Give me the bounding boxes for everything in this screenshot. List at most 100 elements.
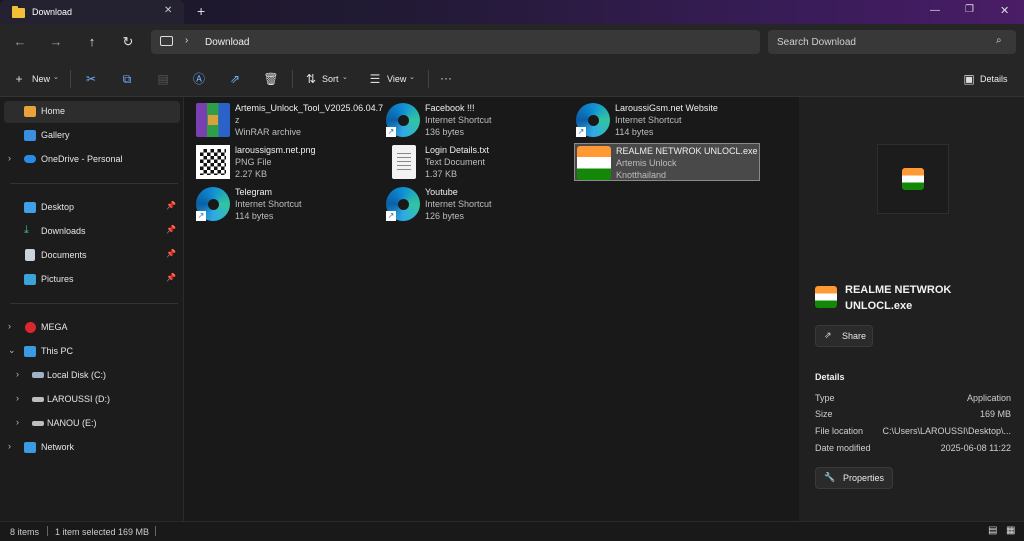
file-item[interactable]: Login Details.txt Text Document 1.37 KB (384, 143, 570, 181)
tab-close-icon[interactable]: ✕ (164, 5, 172, 16)
file-name: Telegram (235, 187, 273, 197)
chevron-right-icon[interactable]: › (8, 153, 11, 163)
new-button[interactable]: + New ⌄ (10, 70, 62, 88)
file-item[interactable]: ↗ Youtube Internet Shortcut 126 bytes (384, 185, 570, 223)
share-icon[interactable]: ⇗ (226, 70, 244, 88)
file-item[interactable]: Artemis_Unlock_Tool_V2025.06.04.7 z WinR… (194, 101, 383, 139)
file-list: Artemis_Unlock_Tool_V2025.06.04.7 z WinR… (184, 97, 798, 521)
back-button[interactable]: ← (8, 30, 32, 54)
sidebar-item-nanou-e[interactable]: › NANOU (E:) (4, 413, 180, 435)
pin-icon[interactable]: 📌 (166, 249, 176, 258)
title-bar: Download ✕ + — ❐ ✕ (0, 0, 1024, 24)
divider (10, 183, 178, 184)
breadcrumb[interactable]: Download (205, 37, 249, 48)
detail-value: Application (966, 393, 1011, 403)
sidebar-item-downloads[interactable]: ⤓ Downloads 📌 (4, 221, 180, 243)
divider (70, 70, 71, 88)
file-item[interactable]: ↗ LaroussiGsm.net Website Internet Short… (574, 101, 760, 139)
delete-icon[interactable]: 🗑 (262, 70, 280, 88)
chevron-right-icon: › (185, 35, 189, 46)
chevron-right-icon[interactable]: › (8, 321, 11, 331)
shortcut-arrow-icon: ↗ (386, 211, 396, 221)
cloud-icon (24, 155, 36, 163)
file-item-selected[interactable]: REALME NETWROK UNLOCL.exe Artemis Unlock… (574, 143, 760, 181)
details-view-icon[interactable]: ▤ (988, 525, 997, 536)
search-input[interactable]: Search Download ⌕ (768, 30, 1016, 54)
more-options-button[interactable]: ··· (440, 71, 452, 85)
properties-button[interactable]: 🔧 Properties (815, 467, 893, 489)
view-label: View (387, 74, 407, 84)
sidebar-item-label: Downloads (41, 226, 86, 236)
chevron-right-icon[interactable]: › (8, 441, 11, 451)
shortcut-arrow-icon: ↗ (196, 211, 206, 221)
pin-icon[interactable]: 📌 (166, 225, 176, 234)
sidebar-item-desktop[interactable]: Desktop 📌 (4, 197, 180, 219)
tiles-view-icon[interactable]: ▦ (1006, 525, 1015, 536)
paste-icon[interactable]: ▤ (154, 70, 172, 88)
sidebar-item-onedrive[interactable]: › OneDrive - Personal (4, 149, 180, 171)
network-icon (24, 442, 36, 453)
file-size: 114 bytes (235, 211, 274, 221)
shortcut-arrow-icon: ↗ (386, 127, 396, 137)
refresh-button[interactable]: ↻ (116, 30, 140, 54)
close-button[interactable]: ✕ (1000, 4, 1009, 17)
sidebar-item-this-pc[interactable]: ⌄ This PC (4, 341, 180, 363)
detail-label: File location (815, 426, 864, 436)
file-name: LaroussiGsm.net Website (615, 103, 718, 113)
india-flag-icon (577, 146, 611, 180)
sidebar-item-pictures[interactable]: Pictures 📌 (4, 269, 180, 291)
details-button[interactable]: ▣ Details (960, 70, 1016, 88)
edge-icon: ↗ (196, 187, 230, 221)
chevron-down-icon: ⌄ (53, 74, 59, 81)
copy-icon[interactable]: ⧉ (118, 70, 136, 88)
mega-icon (25, 322, 36, 333)
rename-icon[interactable]: Ⓐ (190, 70, 208, 88)
chevron-down-icon: ⌄ (409, 74, 415, 81)
view-button[interactable]: ☰ View ⌄ (366, 70, 420, 88)
file-size: 2.27 KB (235, 169, 268, 179)
chevron-down-icon: ⌄ (342, 74, 348, 81)
sidebar-item-label: Network (41, 442, 75, 452)
sidebar-item-label: Home (41, 106, 66, 116)
tab-download[interactable]: Download ✕ (0, 0, 184, 24)
file-item[interactable]: ↗ Telegram Internet Shortcut 114 bytes (194, 185, 380, 223)
file-size: 114 bytes (615, 127, 654, 137)
sidebar-item-laroussi-d[interactable]: › LAROUSSI (D:) (4, 389, 180, 411)
detail-row-location: File location C:\Users\LAROUSSI\Desktop\… (815, 426, 1011, 436)
cut-icon[interactable]: ✂ (82, 70, 100, 88)
divider (10, 303, 178, 304)
sidebar-item-documents[interactable]: Documents 📌 (4, 245, 180, 267)
details-file-name-continued: UNLOCL.exe (845, 300, 913, 312)
chevron-right-icon[interactable]: › (16, 393, 19, 403)
share-button[interactable]: ⇗ Share (815, 325, 873, 347)
file-type: Internet Shortcut (425, 199, 492, 209)
file-item[interactable]: ↗ Facebook !!! Internet Shortcut 136 byt… (384, 101, 570, 139)
chevron-down-icon[interactable]: ⌄ (8, 345, 16, 356)
sort-button[interactable]: ⇅ Sort ⌄ (302, 70, 352, 88)
chevron-right-icon[interactable]: › (16, 417, 19, 427)
sidebar-item-gallery[interactable]: Gallery (4, 125, 180, 147)
file-name: Facebook !!! (425, 103, 475, 113)
sidebar-item-mega[interactable]: › MEGA (4, 317, 180, 339)
detail-value[interactable]: C:\Users\LAROUSSI\Desktop\... (882, 426, 1011, 436)
details-pane: REALME NETWROK UNLOCL.exe ⇗ Share Detail… (799, 97, 1024, 521)
new-tab-button[interactable]: + (197, 3, 205, 19)
india-flag-icon (902, 168, 924, 190)
file-name-continued: z (235, 115, 240, 125)
file-item[interactable]: laroussigsm.net.png PNG File 2.27 KB (194, 143, 380, 181)
edge-icon: ↗ (576, 103, 610, 137)
download-icon: ⤓ (24, 224, 29, 236)
sidebar-item-network[interactable]: › Network (4, 437, 180, 459)
pin-icon[interactable]: 📌 (166, 201, 176, 210)
maximize-button[interactable]: ❐ (965, 4, 974, 15)
detail-row-size: Size 169 MB (815, 409, 1011, 419)
minimize-button[interactable]: — (930, 5, 940, 16)
up-button[interactable]: ↑ (80, 30, 104, 54)
sidebar-item-local-disk-c[interactable]: › Local Disk (C:) (4, 365, 180, 387)
address-bar[interactable]: › Download (151, 30, 760, 54)
details-pane-icon: ▣ (963, 72, 975, 86)
sidebar-item-home[interactable]: Home (4, 101, 180, 123)
chevron-right-icon[interactable]: › (16, 369, 19, 379)
pin-icon[interactable]: 📌 (166, 273, 176, 282)
forward-button[interactable]: → (44, 30, 68, 54)
